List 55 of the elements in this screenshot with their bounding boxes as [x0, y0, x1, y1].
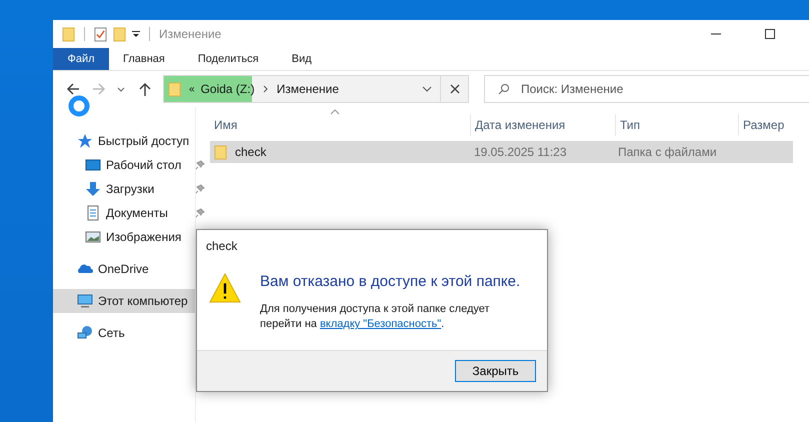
chevron-icon[interactable] [262, 85, 269, 93]
ribbon-tab[interactable]: Вид [278, 48, 331, 70]
star-icon [77, 133, 93, 149]
warning-icon [209, 273, 241, 303]
desktop-icon [85, 157, 101, 173]
close-icon [450, 84, 460, 94]
window-title: Изменение [159, 27, 222, 41]
overflow-chevron[interactable]: « [189, 84, 195, 94]
properties-icon[interactable] [94, 26, 107, 42]
sidebar-item[interactable]: Изображения [53, 225, 195, 249]
folder-icon [214, 144, 227, 160]
search-icon [498, 83, 510, 95]
sidebar-item[interactable]: Загрузки [53, 177, 195, 201]
sidebar-item[interactable]: Этот компьютер [53, 289, 195, 313]
table-cell-text: Папка с файлами [617, 145, 718, 159]
path-segment[interactable]: Изменение [276, 82, 339, 96]
ribbon-tab[interactable]: Поделиться [184, 48, 278, 70]
sidebar-item[interactable]: Быстрый доступ [53, 129, 195, 153]
sidebar-item[interactable]: Рабочий стол [53, 153, 195, 177]
file-row[interactable]: check 19.05.2025 11:23 Папка с файлами [210, 141, 793, 163]
dialog-message: Для получения доступа к этой папке следует перейти на вкладку "Безопасность". [260, 302, 491, 332]
ribbon-tab[interactable]: Главная [109, 48, 184, 70]
up-icon[interactable] [137, 81, 153, 97]
recent-icon[interactable] [117, 85, 125, 93]
dialog-title: check [205, 238, 238, 255]
search-field[interactable]: Поиск: Изменение [484, 75, 809, 103]
document-icon [85, 205, 101, 221]
column-header[interactable]: Имя [210, 114, 471, 136]
stop-button[interactable] [441, 75, 469, 103]
file-name: check [235, 145, 266, 159]
column-header[interactable]: Размер [739, 114, 809, 136]
folder-icon [168, 82, 181, 96]
dialog-heading: Вам отказано в доступе к этой папке. [260, 273, 522, 290]
dropdown-icon[interactable] [422, 86, 432, 92]
computer-icon [77, 293, 93, 309]
back-icon[interactable] [65, 81, 81, 97]
column-header[interactable]: Тип [616, 114, 739, 136]
sort-icon [330, 109, 340, 115]
pin-icon[interactable] [195, 184, 205, 194]
busy-cursor-icon [67, 94, 91, 118]
column-header[interactable]: Дата изменения [471, 114, 616, 136]
security-tab-link[interactable]: вкладку "Безопасность" [320, 318, 442, 330]
download-icon [85, 181, 101, 197]
customize-icon[interactable] [132, 30, 140, 38]
sidebar-item[interactable]: Сеть [53, 321, 195, 345]
maximize-icon[interactable] [765, 29, 775, 39]
sidebar-item[interactable]: Документы [53, 201, 195, 225]
pin-icon[interactable] [195, 208, 205, 218]
pin-icon[interactable] [195, 160, 205, 170]
image-icon [85, 229, 101, 245]
sidebar-item[interactable]: OneDrive [53, 257, 195, 281]
network-icon [77, 325, 93, 341]
close-button[interactable]: Закрыть [455, 360, 536, 382]
table-cell-text: 19.05.2025 11:23 [473, 145, 568, 159]
ribbon-tab[interactable]: Файл [53, 48, 109, 70]
